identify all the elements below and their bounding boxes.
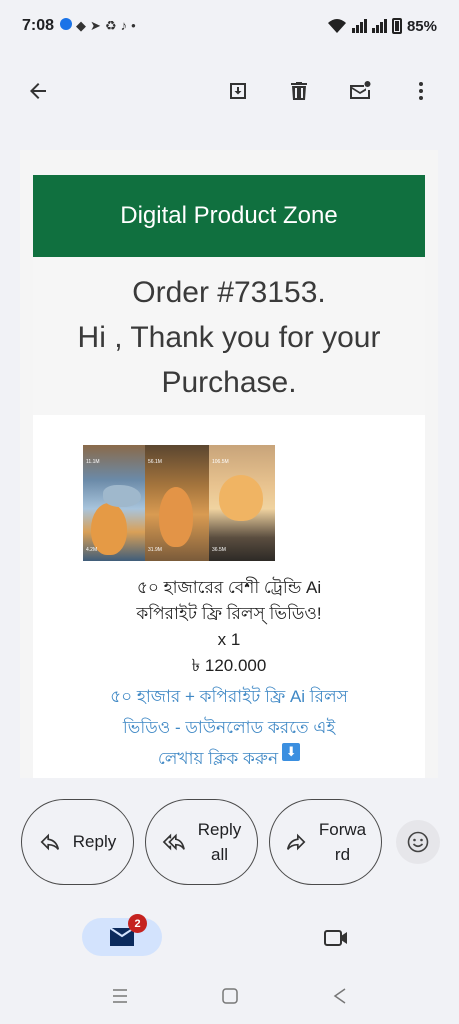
thumb-label: 4.2M xyxy=(86,547,98,553)
thumbnail-1: 11.1M 4.2M xyxy=(83,445,145,561)
battery-icon xyxy=(391,18,402,34)
system-nav xyxy=(0,968,459,1024)
reply-all-button[interactable]: Reply all xyxy=(145,799,258,885)
thumb-label: 56.1M xyxy=(148,459,162,465)
wifi-icon xyxy=(327,19,346,33)
signal-icon xyxy=(351,19,367,33)
thanks-line-2: Purchase. xyxy=(161,366,297,399)
reply-label: Reply xyxy=(72,832,117,851)
download-icon: ⬇ xyxy=(282,743,301,761)
thanks-line-1: Hi , Thank you for your xyxy=(77,321,381,354)
more-notifications-dot: • xyxy=(131,18,136,33)
thumbnail-3: 106.5M 36.5M xyxy=(209,445,275,561)
tiktok-icon: ♪ xyxy=(120,18,128,33)
sync-icon: ♻ xyxy=(104,18,117,33)
bottom-nav: 2 xyxy=(0,908,459,968)
product-qty: x 1 xyxy=(217,630,241,649)
order-block: Order #73153. Hi , Thank you for your Pu… xyxy=(33,257,425,415)
product-title-2: কপিরাইট ফ্রি রিলস্ ভিডিও! xyxy=(136,604,322,623)
more-options-button[interactable] xyxy=(401,71,441,111)
recents-icon[interactable] xyxy=(110,986,130,1006)
archive-icon xyxy=(230,83,246,99)
reply-button[interactable]: Reply xyxy=(21,799,134,885)
reply-all-icon xyxy=(162,833,185,851)
chat-icon: ◆ xyxy=(76,18,87,33)
order-number: Order #73153. xyxy=(132,276,326,309)
mail-tab[interactable] xyxy=(82,918,162,956)
messenger-icon xyxy=(60,18,73,30)
product-title-1: ৫০ হাজারের বেশী ট্রেন্ডি Ai xyxy=(136,578,322,597)
product-price: ৳ 120.000 xyxy=(191,656,267,675)
email-card: Digital Product Zone Order #73153. Hi , … xyxy=(33,175,425,778)
product-details: ৫০ হাজারের বেশী ট্রেন্ডি Ai কপিরাইট ফ্রি… xyxy=(33,575,425,679)
reply-icon xyxy=(40,833,59,851)
forward-label: Forwa rd xyxy=(318,820,367,864)
download-link-line-3[interactable]: লেখায় ক্লিক করুন ⬇ xyxy=(73,743,385,774)
mark-unread-icon xyxy=(350,81,371,99)
thumbnail-2: 56.1M 31.9M xyxy=(145,445,209,561)
home-icon[interactable] xyxy=(220,986,240,1006)
telegram-icon: ➤ xyxy=(90,18,101,33)
mark-unread-button[interactable] xyxy=(340,71,380,111)
forward-icon xyxy=(286,833,306,851)
product-image[interactable]: 11.1M 4.2M 56.1M 31.9M 106.5M 36.5M xyxy=(83,445,275,561)
trash-icon xyxy=(291,82,307,100)
signal-icon-2 xyxy=(371,19,387,33)
status-left: 7:08 ◆ ➤ ♻ ♪ • xyxy=(22,17,136,35)
brand-header: Digital Product Zone xyxy=(33,175,425,257)
thumb-label: 106.5M xyxy=(212,459,229,465)
thumb-label: 31.9M xyxy=(148,547,162,553)
download-link-line-2[interactable]: ভিডিও - ডাউনলোড করতে এই xyxy=(73,712,385,743)
thumb-label: 11.1M xyxy=(86,459,100,465)
unread-badge: 2 xyxy=(128,914,147,933)
back-button[interactable] xyxy=(18,71,58,111)
video-icon[interactable] xyxy=(322,924,350,952)
thumb-label: 36.5M xyxy=(212,547,226,553)
download-link-line-1[interactable]: ৫০ হাজার + কপিরাইট ফ্রি Ai রিলস xyxy=(73,681,385,712)
battery-percent: 85% xyxy=(406,17,437,35)
download-link[interactable]: ৫০ হাজার + কপিরাইট ফ্রি Ai রিলস ভিডিও - … xyxy=(33,681,425,774)
reply-actions: Reply Reply all Forwa rd xyxy=(0,796,459,888)
back-nav-icon[interactable] xyxy=(330,986,350,1006)
archive-button[interactable] xyxy=(218,71,258,111)
reply-all-label: Reply all xyxy=(197,820,242,864)
email-body[interactable]: Digital Product Zone Order #73153. Hi , … xyxy=(20,150,438,778)
emoji-icon xyxy=(407,831,429,853)
more-vert-icon xyxy=(419,82,423,100)
forward-button[interactable]: Forwa rd xyxy=(269,799,382,885)
back-arrow-icon xyxy=(30,83,46,99)
status-time: 7:08 xyxy=(22,17,55,34)
status-bar: 7:08 ◆ ➤ ♻ ♪ • 85% xyxy=(0,0,459,52)
email-toolbar xyxy=(0,60,459,122)
notification-icons: ◆ ➤ ♻ ♪ • xyxy=(60,18,136,34)
delete-button[interactable] xyxy=(279,71,319,111)
status-right: 85% xyxy=(327,18,437,35)
emoji-reaction-button[interactable] xyxy=(396,820,440,864)
